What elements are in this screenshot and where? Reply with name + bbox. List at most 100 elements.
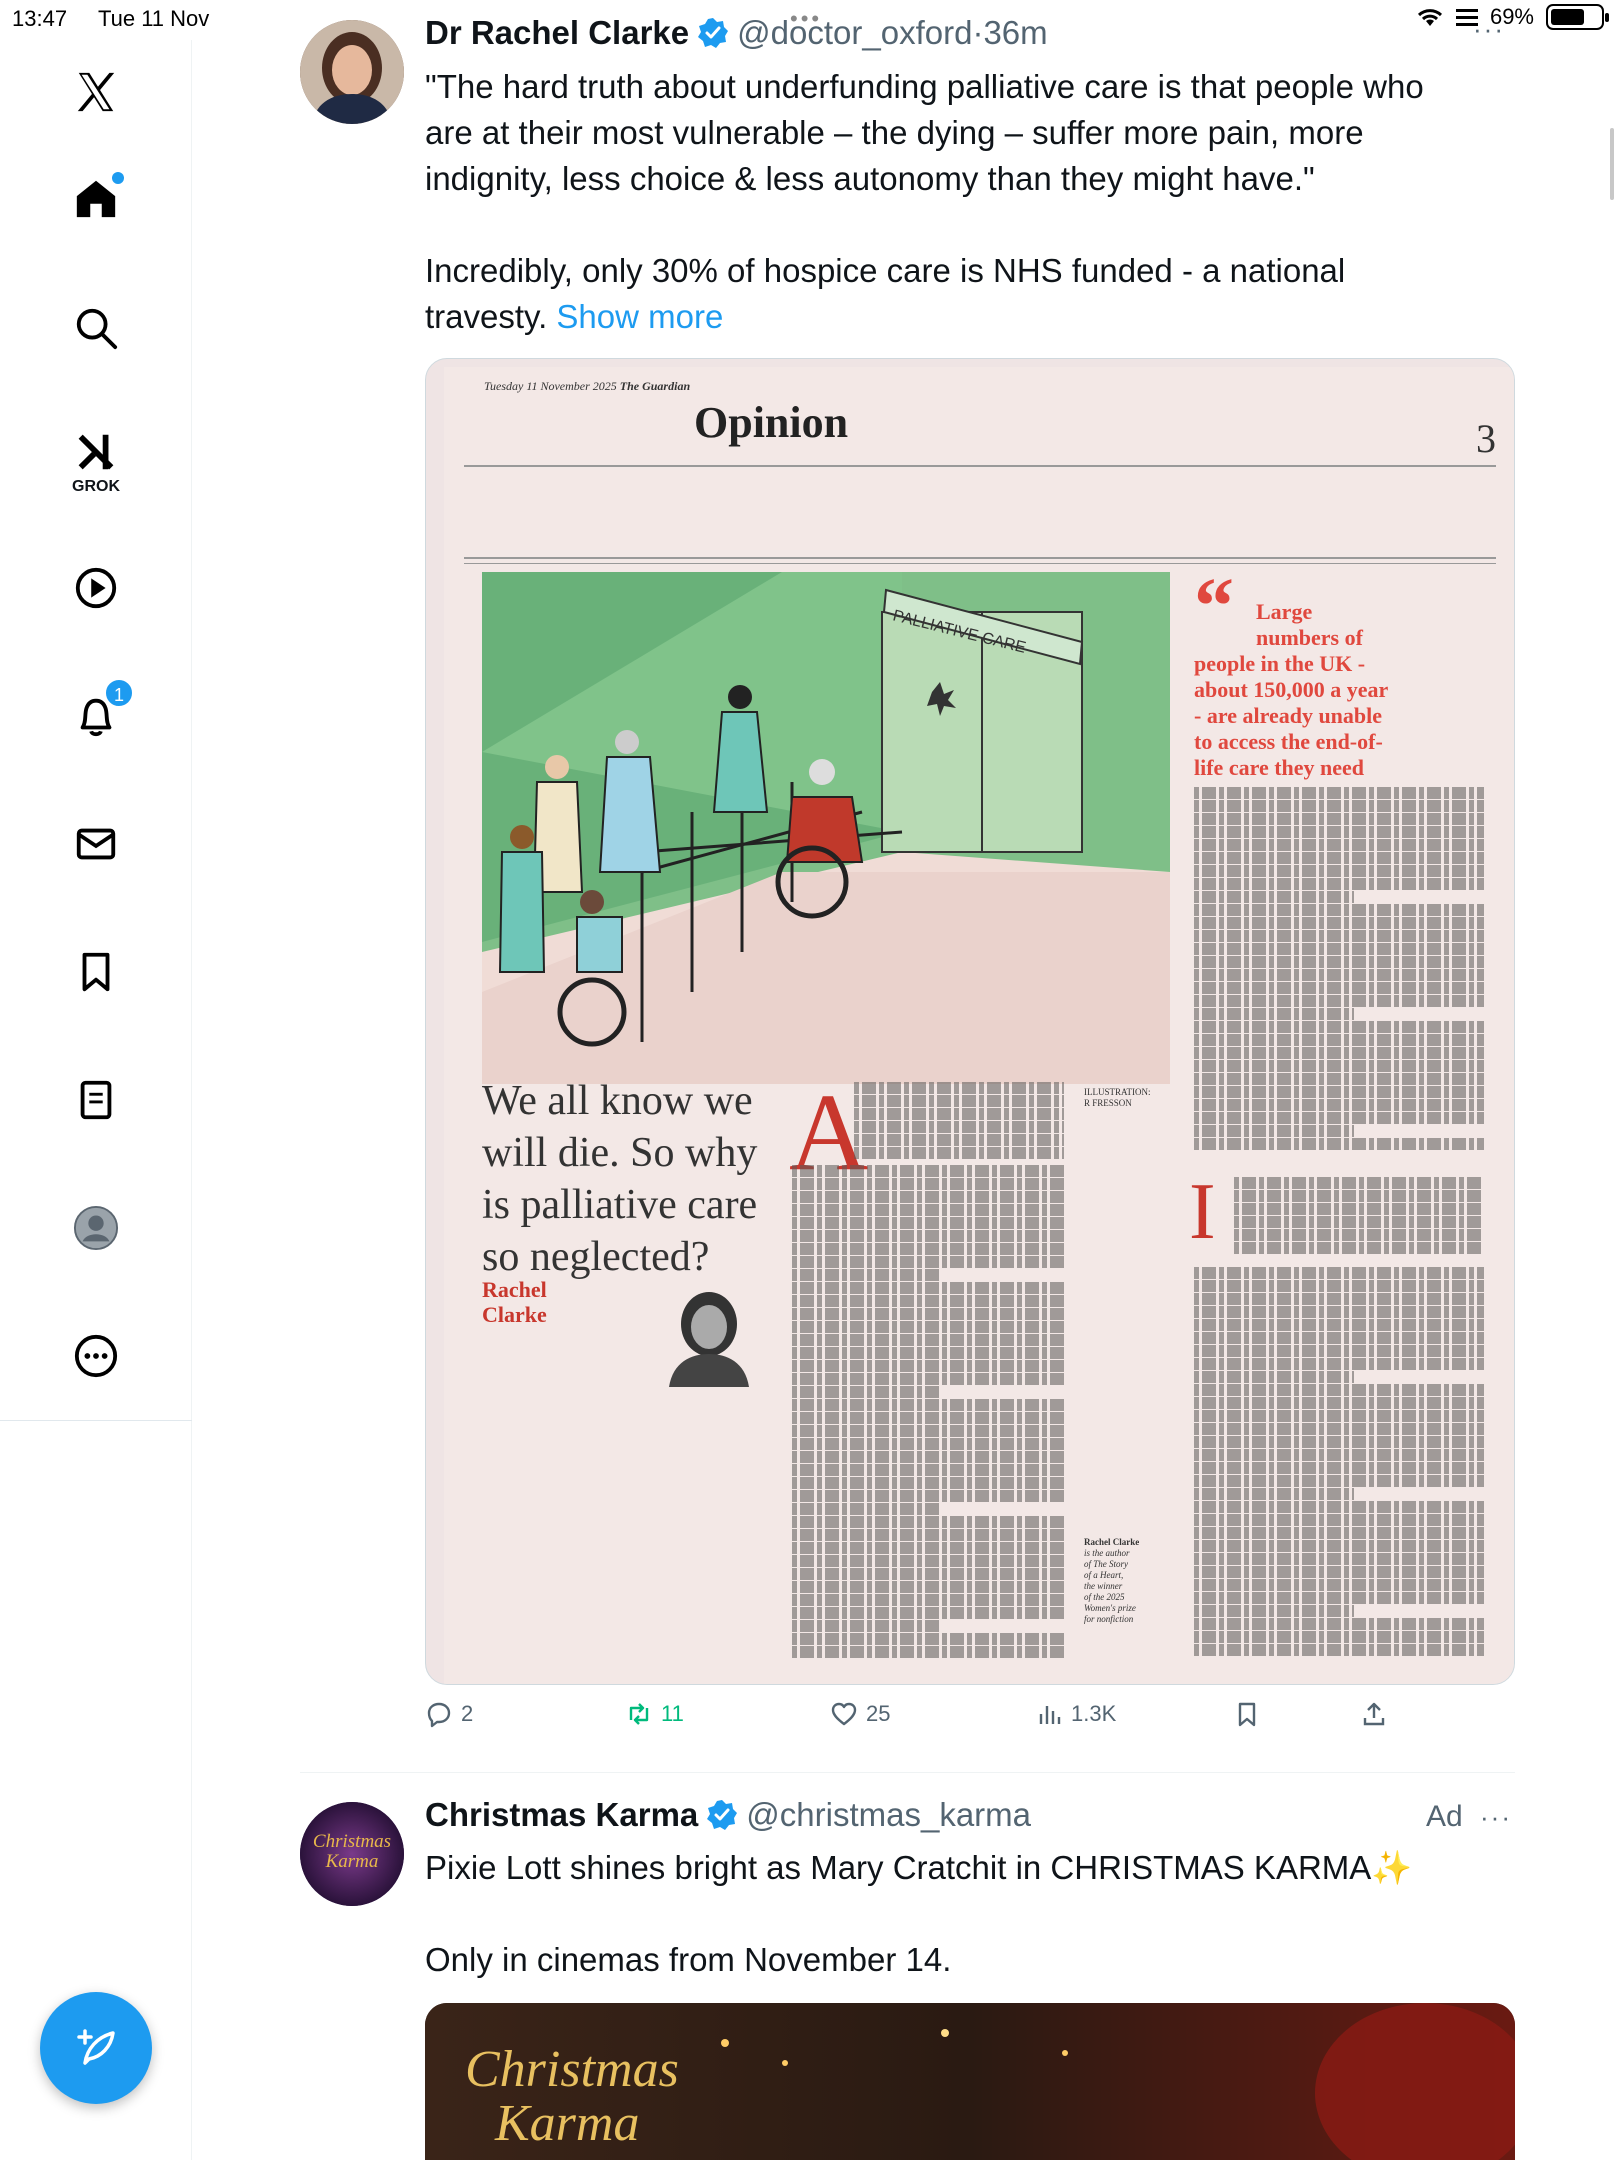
body-text-line: [792, 1477, 1064, 1489]
body-text-line: [1194, 1436, 1484, 1448]
tweet-text-line: Incredibly, only 30% of hospice care is …: [425, 252, 1346, 289]
pull-quote: “ Large numbers of people in the UK - ab…: [1194, 567, 1424, 781]
views-button[interactable]: 1.3K: [1035, 1700, 1116, 1728]
bio-line: Women's prize: [1084, 1603, 1136, 1613]
illustration-credit: ILLUSTRATION: R FRESSON: [1084, 1087, 1151, 1108]
paper-page-number: 3: [1476, 416, 1496, 461]
body-text-line: [792, 1282, 1064, 1294]
body-text-line: [792, 1555, 1064, 1567]
author-name[interactable]: Christmas Karma: [425, 1796, 698, 1834]
author-handle[interactable]: @christmas_karma: [746, 1796, 1031, 1834]
home-icon[interactable]: [66, 168, 126, 228]
body-text-line: [792, 1191, 1064, 1203]
body-text-line: [792, 1178, 1064, 1190]
retweet-button[interactable]: 11: [625, 1700, 684, 1728]
drop-cap-i: I: [1189, 1168, 1216, 1256]
body-text-line: [1194, 1021, 1484, 1033]
avatar-christmas-karma[interactable]: Christmas Karma: [300, 1802, 404, 1906]
share-button[interactable]: [1360, 1700, 1388, 1728]
bookmark-button[interactable]: [1233, 1700, 1261, 1728]
mail-icon[interactable]: [66, 814, 126, 874]
tweet-more-icon[interactable]: ···: [1473, 14, 1505, 45]
handle-separator: ·: [972, 14, 984, 51]
body-text-line: [1194, 1644, 1484, 1656]
tweet-text-line: indignity, less choice & less autonomy t…: [425, 160, 1315, 197]
share-icon: [1363, 1702, 1385, 1726]
body-text-line: [1194, 969, 1484, 981]
body-text-line: [1234, 1203, 1484, 1215]
reply-button[interactable]: 2: [425, 1700, 473, 1728]
body-text-line: [1194, 1047, 1484, 1059]
grok-icon[interactable]: [66, 422, 126, 482]
body-text-line: [1194, 1293, 1484, 1305]
reply-count: 2: [461, 1701, 474, 1726]
pull-quote-line: life care they need: [1194, 755, 1365, 780]
heart-icon: [831, 1702, 857, 1726]
body-text-line: [792, 1464, 1064, 1476]
body-text-line: [792, 1438, 1064, 1450]
avatar-logo-text: Christmas Karma: [312, 1831, 392, 1872]
tweet-text-line: Pixie Lott shines bright as Mary Cratchi…: [425, 1849, 1413, 1886]
reply-icon: [427, 1702, 451, 1728]
profile-icon[interactable]: [66, 1198, 126, 1258]
pull-quote-line: about 150,000 a year: [1194, 677, 1389, 702]
bookmark-icon: [1238, 1702, 1256, 1727]
status-time: 13:47: [12, 6, 68, 31]
body-text-line: [1194, 1449, 1484, 1461]
views-count: 1.3K: [1071, 1701, 1117, 1726]
bell-icon[interactable]: 1: [66, 678, 134, 746]
tweet-timestamp[interactable]: 36m: [983, 14, 1047, 52]
ad-media-video[interactable]: Christmas Karma: [425, 2003, 1515, 2160]
compose-button[interactable]: [40, 1992, 152, 2104]
media-title-line: Karma: [495, 2095, 640, 2152]
body-text-line: [792, 1503, 942, 1515]
body-text-line: [1234, 1229, 1484, 1241]
analytics-icon: [1039, 1706, 1061, 1724]
tweet-text: "The hard truth about underfunding palli…: [425, 64, 1515, 340]
body-text-line: [854, 1108, 1064, 1120]
author-name[interactable]: Dr Rachel Clarke: [425, 14, 689, 52]
body-text-line: [1194, 1423, 1484, 1435]
body-text-line: [1194, 1579, 1484, 1591]
scrollbar-thumb[interactable]: [1610, 128, 1614, 200]
body-text-line: [792, 1230, 1064, 1242]
bio-line: of a Heart,: [1084, 1570, 1124, 1580]
retweet-icon: [629, 1703, 649, 1725]
body-text-line: [1194, 1410, 1484, 1422]
tweet-media-image[interactable]: Tuesday 11 November 2025 The Guardian Op…: [425, 358, 1515, 1685]
play-icon[interactable]: [66, 558, 126, 618]
headline-line: We all know we: [482, 1078, 753, 1124]
like-button[interactable]: 25: [830, 1700, 890, 1728]
x-logo-icon[interactable]: [66, 62, 126, 122]
body-text-line: [1194, 1060, 1484, 1072]
show-more-link[interactable]: Show more: [556, 298, 723, 335]
tweet-header: Christmas Karma @christmas_karma: [425, 1796, 1031, 1834]
search-icon[interactable]: [66, 298, 126, 358]
author-handle[interactable]: @doctor_oxford: [737, 14, 972, 52]
headline-line: is palliative care: [482, 1182, 758, 1228]
body-text-line: [792, 1347, 1064, 1359]
list-icon[interactable]: [66, 1070, 126, 1130]
body-text-line: [854, 1147, 1064, 1159]
body-text-line: [1194, 1267, 1484, 1279]
body-text-line: [792, 1594, 1064, 1606]
body-text-line: [1194, 1345, 1484, 1357]
body-text-line: [1194, 1371, 1354, 1383]
body-text-line: [1194, 1332, 1484, 1344]
body-text-line: [1194, 865, 1484, 877]
home-notification-dot: [112, 172, 124, 184]
avatar-rachel-clarke[interactable]: [300, 20, 404, 124]
more-icon[interactable]: [66, 1326, 126, 1386]
bookmark-icon[interactable]: [66, 942, 126, 1002]
body-text-line: [792, 1217, 1064, 1229]
paper-date: Tuesday 11 November 2025 The Guardian: [484, 379, 691, 393]
body-text-line: [1194, 1138, 1484, 1150]
body-text-line: [1194, 1280, 1484, 1292]
sidebar-divider: [0, 1420, 192, 1421]
bio-line: Rachel Clarke: [1084, 1537, 1140, 1547]
like-count: 25: [866, 1701, 891, 1726]
tweet-more-icon[interactable]: ···: [1480, 1802, 1512, 1833]
pull-quote-line: to access the end-of-: [1194, 729, 1383, 754]
quote-mark-icon: “: [1194, 563, 1234, 651]
author-bio: Rachel Clarke is the author of The Story…: [1084, 1537, 1174, 1625]
